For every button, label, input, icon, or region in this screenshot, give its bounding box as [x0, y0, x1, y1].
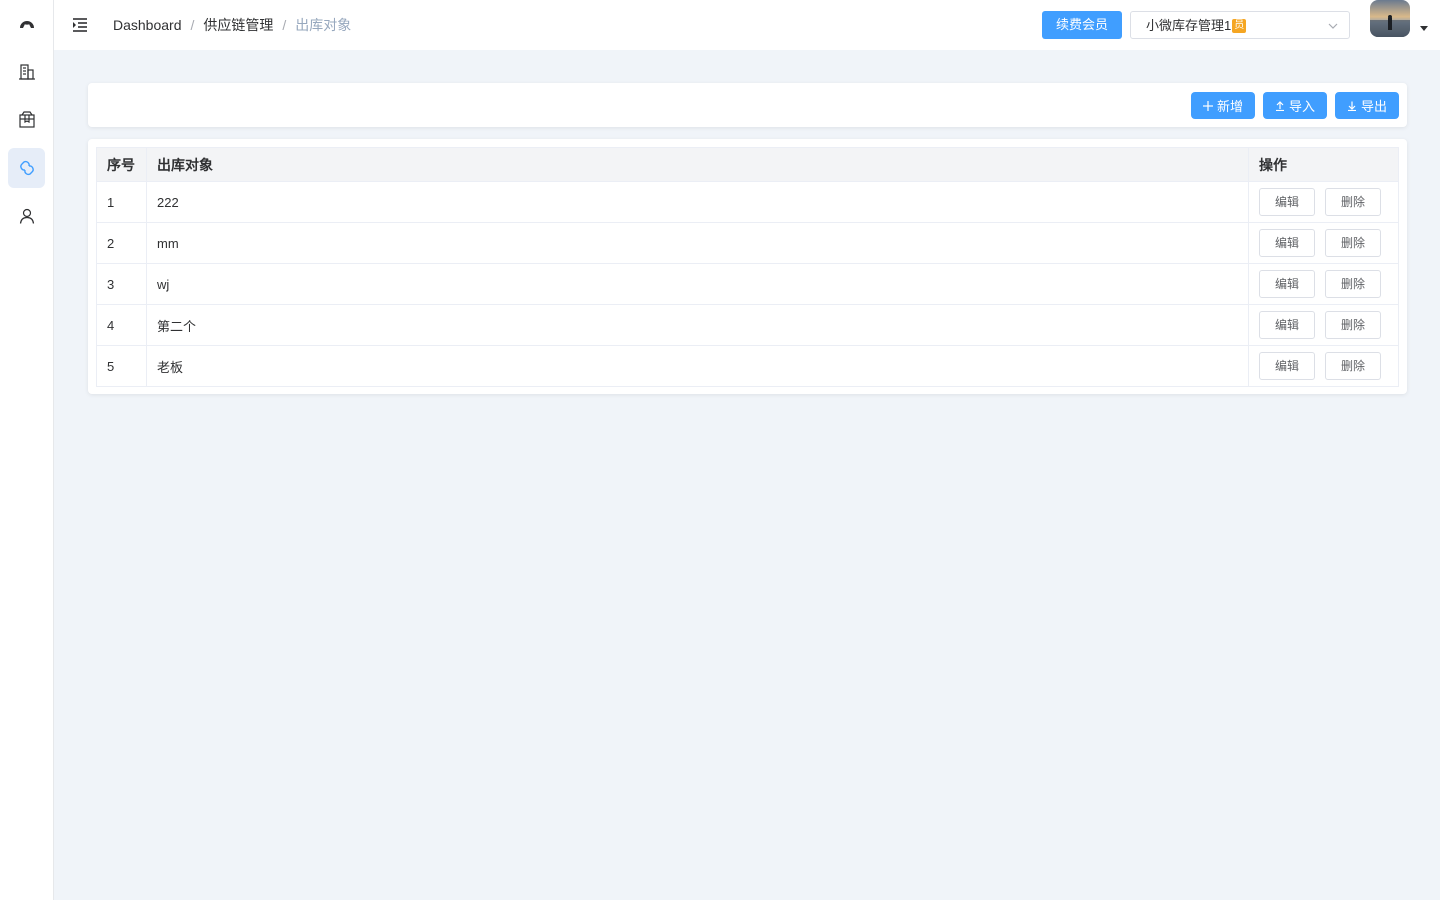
cell-ops: 编辑 删除 — [1248, 345, 1399, 387]
cell-name: wj — [146, 263, 1249, 305]
delete-button[interactable]: 删除 — [1325, 311, 1382, 339]
add-button[interactable]: 新增 — [1191, 92, 1255, 119]
cell-index: 5 — [96, 345, 147, 387]
table-row: 3 wj 编辑 删除 — [96, 263, 1399, 305]
building-icon — [18, 64, 35, 80]
plus-icon — [1202, 100, 1213, 111]
import-button[interactable]: 导入 — [1263, 92, 1327, 119]
sidebar-item-dashboard[interactable] — [8, 4, 45, 44]
cell-ops: 编辑 删除 — [1248, 263, 1399, 305]
edit-button[interactable]: 编辑 — [1259, 188, 1316, 216]
sidebar-item-building[interactable] — [8, 52, 45, 92]
cell-name: mm — [146, 222, 1249, 264]
avatar[interactable] — [1370, 0, 1410, 37]
cell-index: 1 — [96, 181, 147, 223]
export-button-label: 导出 — [1360, 99, 1387, 114]
delete-button[interactable]: 删除 — [1325, 352, 1382, 380]
delete-button[interactable]: 删除 — [1325, 270, 1382, 298]
table-row: 5 老板 编辑 删除 — [96, 345, 1399, 387]
cell-index: 3 — [96, 263, 147, 305]
caret-down-icon[interactable] — [1420, 26, 1428, 31]
edit-button[interactable]: 编辑 — [1259, 229, 1316, 257]
header-name: 出库对象 — [146, 147, 1249, 182]
import-button-label: 导入 — [1288, 99, 1315, 114]
cell-ops: 编辑 删除 — [1248, 222, 1399, 264]
chevron-down-icon — [1328, 23, 1338, 29]
cell-name: 第二个 — [146, 304, 1249, 346]
table-row: 2 mm 编辑 删除 — [96, 222, 1399, 264]
table-card: 序号 出库对象 操作 1 222 编辑 删除 2 mm 编辑 删除 3 wj 编… — [88, 139, 1407, 394]
user-icon — [19, 208, 34, 224]
cell-name: 222 — [146, 181, 1249, 223]
chain-link-icon — [19, 160, 34, 176]
sidebar — [0, 0, 54, 900]
header-ops: 操作 — [1248, 147, 1399, 182]
store-select[interactable]: 小微库存管理1 员 — [1130, 11, 1350, 39]
package-icon — [18, 111, 35, 128]
cell-name: 老板 — [146, 345, 1249, 387]
sidebar-item-package[interactable] — [8, 100, 45, 140]
breadcrumb-separator: / — [190, 17, 195, 33]
download-icon — [1347, 101, 1356, 111]
edit-button[interactable]: 编辑 — [1259, 311, 1316, 339]
delete-button[interactable]: 删除 — [1325, 229, 1382, 257]
edit-button[interactable]: 编辑 — [1259, 352, 1316, 380]
cell-index: 2 — [96, 222, 147, 264]
breadcrumb-separator: / — [282, 17, 287, 33]
dashboard-gauge-icon — [19, 21, 34, 28]
export-button[interactable]: 导出 — [1335, 92, 1399, 119]
add-button-label: 新增 — [1216, 99, 1243, 114]
cell-index: 4 — [96, 304, 147, 346]
breadcrumb-supply-chain[interactable]: 供应链管理 — [203, 16, 273, 34]
menu-fold-icon[interactable] — [71, 16, 89, 34]
avatar-image — [1370, 0, 1410, 37]
sidebar-item-user[interactable] — [8, 196, 45, 236]
toolbar-card: 新增 导入 导出 — [88, 83, 1407, 127]
cell-ops: 编辑 删除 — [1248, 304, 1399, 346]
edit-button[interactable]: 编辑 — [1259, 270, 1316, 298]
top-header: Dashboard / 供应链管理 / 出库对象 续费会员 小微库存管理1 员 — [54, 0, 1440, 50]
header-index: 序号 — [96, 147, 147, 182]
breadcrumb-current: 出库对象 — [295, 17, 352, 33]
delete-button[interactable]: 删除 — [1325, 188, 1382, 216]
renew-membership-button[interactable]: 续费会员 — [1042, 11, 1122, 39]
store-role-badge: 员 — [1232, 19, 1247, 33]
store-select-value: 小微库存管理1 员 — [1146, 18, 1247, 34]
cell-ops: 编辑 删除 — [1248, 181, 1399, 223]
table-row: 4 第二个 编辑 删除 — [96, 304, 1399, 346]
table-header-row: 序号 出库对象 操作 — [96, 147, 1399, 182]
upload-icon — [1275, 100, 1284, 111]
store-name: 小微库存管理1 — [1146, 18, 1232, 33]
breadcrumb-dashboard[interactable]: Dashboard — [113, 16, 182, 34]
sidebar-item-supply-chain[interactable] — [8, 148, 45, 188]
outbound-target-table: 序号 出库对象 操作 1 222 编辑 删除 2 mm 编辑 删除 3 wj 编… — [96, 147, 1399, 387]
table-row: 1 222 编辑 删除 — [96, 181, 1399, 223]
breadcrumb: Dashboard / 供应链管理 / 出库对象 — [113, 16, 351, 34]
